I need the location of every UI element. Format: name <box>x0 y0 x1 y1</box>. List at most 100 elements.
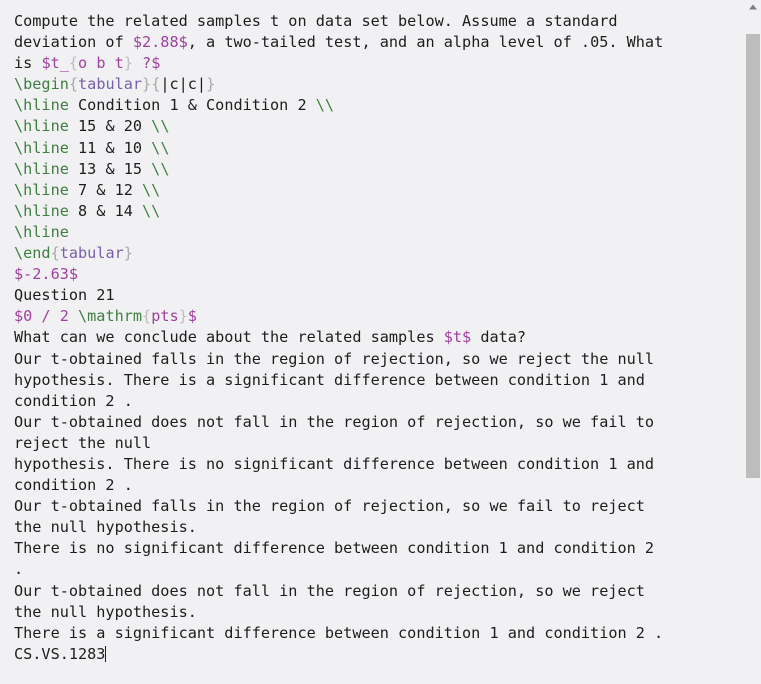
code-token: { <box>68 54 79 73</box>
code-token: There is no significant difference betwe… <box>14 539 655 558</box>
code-token: \\ <box>315 96 335 115</box>
code-line[interactable]: \end{tabular} <box>14 243 740 264</box>
code-token: $0 / 2 <box>14 307 79 326</box>
code-line[interactable]: Question 21 <box>14 285 740 306</box>
code-token: 7 & 12 <box>68 180 143 199</box>
code-token: data? <box>471 328 527 347</box>
code-token: . <box>14 560 24 579</box>
code-line[interactable]: \hline <box>14 222 740 243</box>
code-token: CS.VS.1283 <box>14 644 106 663</box>
code-token: \hline <box>14 201 69 220</box>
code-line[interactable]: hypothesis. There is a significant diffe… <box>14 370 740 391</box>
code-token: $-2.63$ <box>14 265 79 284</box>
code-line[interactable]: . <box>14 559 740 580</box>
code-token: } <box>123 244 133 263</box>
code-token: hypothesis. There is no significant diff… <box>14 454 655 473</box>
editor-window: Compute the related samples t on data se… <box>0 0 761 684</box>
code-token: Our t-obtained falls in the region of re… <box>14 497 645 516</box>
code-line[interactable]: There is no significant difference betwe… <box>14 538 740 559</box>
code-token: ?$ <box>132 54 161 73</box>
code-line[interactable]: the null hypothesis. <box>14 517 740 538</box>
code-token: \\ <box>151 117 170 136</box>
code-line[interactable]: What can we conclude about the related s… <box>14 327 740 348</box>
code-token: tabular <box>59 244 124 263</box>
code-line[interactable]: $-2.63$ <box>14 264 740 285</box>
code-line[interactable]: There is a significant difference betwee… <box>14 623 740 644</box>
code-token: \hline <box>14 159 69 178</box>
code-token: { <box>142 307 152 326</box>
code-token: Condition 1 & Condition 2 <box>68 96 316 115</box>
code-token: 11 & 10 <box>68 138 152 157</box>
code-token: $2.88$ <box>132 33 188 52</box>
code-token: There is a significant difference betwee… <box>14 623 664 642</box>
code-token: Our t-obtained does not fall in the regi… <box>14 412 655 431</box>
code-line[interactable]: Our t-obtained falls in the region of re… <box>14 349 740 370</box>
code-token: } <box>142 75 152 94</box>
code-token: $ <box>187 307 197 326</box>
code-token: What can we conclude about the related s… <box>14 328 444 347</box>
code-token: Compute the related samples t on data se… <box>14 12 618 30</box>
scroll-up-button[interactable] <box>745 0 761 16</box>
code-token: Our t-obtained falls in the region of re… <box>14 349 655 368</box>
text-caret <box>105 645 107 662</box>
code-token: \begin <box>14 75 69 94</box>
code-token: 13 & 15 <box>68 159 152 178</box>
code-line[interactable]: Compute the related samples t on data se… <box>14 11 740 32</box>
scrollbar-track[interactable] <box>745 16 761 684</box>
code-token: } <box>123 54 133 73</box>
code-line[interactable]: Our t-obtained does not fall in the regi… <box>14 581 740 602</box>
code-line[interactable]: Our t-obtained falls in the region of re… <box>14 496 740 517</box>
code-token: \hline <box>14 180 69 199</box>
code-token: $t$ <box>443 328 472 347</box>
code-line[interactable]: reject the null <box>14 433 740 454</box>
vertical-scrollbar[interactable] <box>745 0 761 684</box>
code-line[interactable]: \hline Condition 1 & Condition 2 \\ <box>14 95 740 116</box>
code-token: 8 & 14 <box>68 201 143 220</box>
code-line[interactable]: \hline 11 & 10 \\ <box>14 138 740 159</box>
code-line[interactable]: \hline 7 & 12 \\ <box>14 180 740 201</box>
code-token: \\ <box>142 201 161 220</box>
code-token: \hline <box>14 117 69 136</box>
code-token: Question 21 <box>14 286 115 305</box>
code-token: the null hypothesis. <box>14 602 197 621</box>
code-line[interactable]: is $t_{o b t} ?$ <box>14 53 740 74</box>
scrollbar-thumb[interactable] <box>746 34 760 478</box>
code-token: condition 2 . <box>14 391 133 410</box>
code-token: { <box>50 244 60 263</box>
code-token: hypothesis. There is a significant diffe… <box>14 370 645 389</box>
code-token: \end <box>14 244 51 263</box>
code-token: \\ <box>142 180 161 199</box>
code-line[interactable]: condition 2 . <box>14 475 740 496</box>
code-token: tabular <box>78 75 143 94</box>
code-token: \mathrm <box>78 307 143 326</box>
code-line[interactable]: \hline 13 & 15 \\ <box>14 159 740 180</box>
code-line[interactable]: \hline 8 & 14 \\ <box>14 201 740 222</box>
code-token: \\ <box>151 159 170 178</box>
code-token: deviation of <box>14 33 133 52</box>
code-line[interactable]: hypothesis. There is no significant diff… <box>14 454 740 475</box>
code-token: \hline <box>14 96 69 115</box>
code-line[interactable]: deviation of $2.88$, a two-tailed test, … <box>14 32 740 53</box>
code-line[interactable]: $0 / 2 \mathrm{pts}$ <box>14 306 740 327</box>
code-token: |c|c| <box>160 75 207 94</box>
latex-source-textarea[interactable]: Compute the related samples t on data se… <box>0 0 740 684</box>
code-token: } <box>206 75 216 94</box>
code-token: { <box>68 75 79 94</box>
code-line[interactable]: CS.VS.1283 <box>14 644 740 665</box>
code-token: condition 2 . <box>14 476 133 495</box>
code-token: pts <box>151 307 179 326</box>
code-line[interactable]: \hline 15 & 20 \\ <box>14 116 740 137</box>
code-token: , a two-tailed test, and an alpha level … <box>187 33 664 52</box>
chevron-up-icon <box>745 0 761 16</box>
code-token: Our t-obtained does not fall in the regi… <box>14 581 645 600</box>
code-token: $t_ <box>41 54 69 73</box>
code-line[interactable]: \begin{tabular}{|c|c|} <box>14 74 740 95</box>
code-token: is <box>14 54 42 73</box>
code-line[interactable]: condition 2 . <box>14 391 740 412</box>
code-token: o b t <box>78 54 124 73</box>
code-token: \hline <box>14 138 69 157</box>
code-token: \\ <box>151 138 170 157</box>
code-token: the null hypothesis. <box>14 518 197 537</box>
code-line[interactable]: the null hypothesis. <box>14 602 740 623</box>
code-line[interactable]: Our t-obtained does not fall in the regi… <box>14 412 740 433</box>
